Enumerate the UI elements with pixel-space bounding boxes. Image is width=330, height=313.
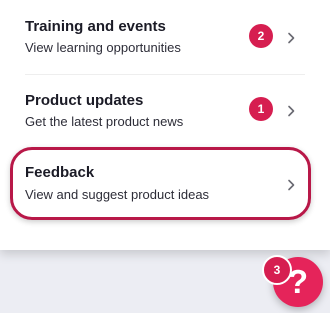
menu-item-product-updates[interactable]: Product updates Get the latest product n…: [0, 75, 330, 145]
menu-item-subtitle: View and suggest product ideas: [25, 187, 210, 202]
chevron-right-icon: [288, 179, 295, 191]
help-menu-panel: Training and events View learning opport…: [0, 0, 330, 250]
chevron-right-icon: [288, 105, 295, 117]
menu-item-subtitle: Get the latest product news: [25, 114, 184, 129]
menu-item-title: Training and events: [25, 18, 166, 35]
menu-item-subtitle: View learning opportunities: [25, 40, 181, 55]
notification-badge: 2: [249, 24, 273, 48]
menu-item-title: Feedback: [25, 164, 95, 181]
notification-badge: 1: [249, 97, 273, 121]
chevron-right-icon: [288, 32, 295, 44]
help-notification-badge: 3: [262, 255, 292, 285]
menu-item-title: Product updates: [25, 92, 144, 109]
menu-item-feedback[interactable]: Feedback View and suggest product ideas: [0, 147, 330, 221]
menu-item-training-and-events[interactable]: Training and events View learning opport…: [0, 0, 330, 74]
